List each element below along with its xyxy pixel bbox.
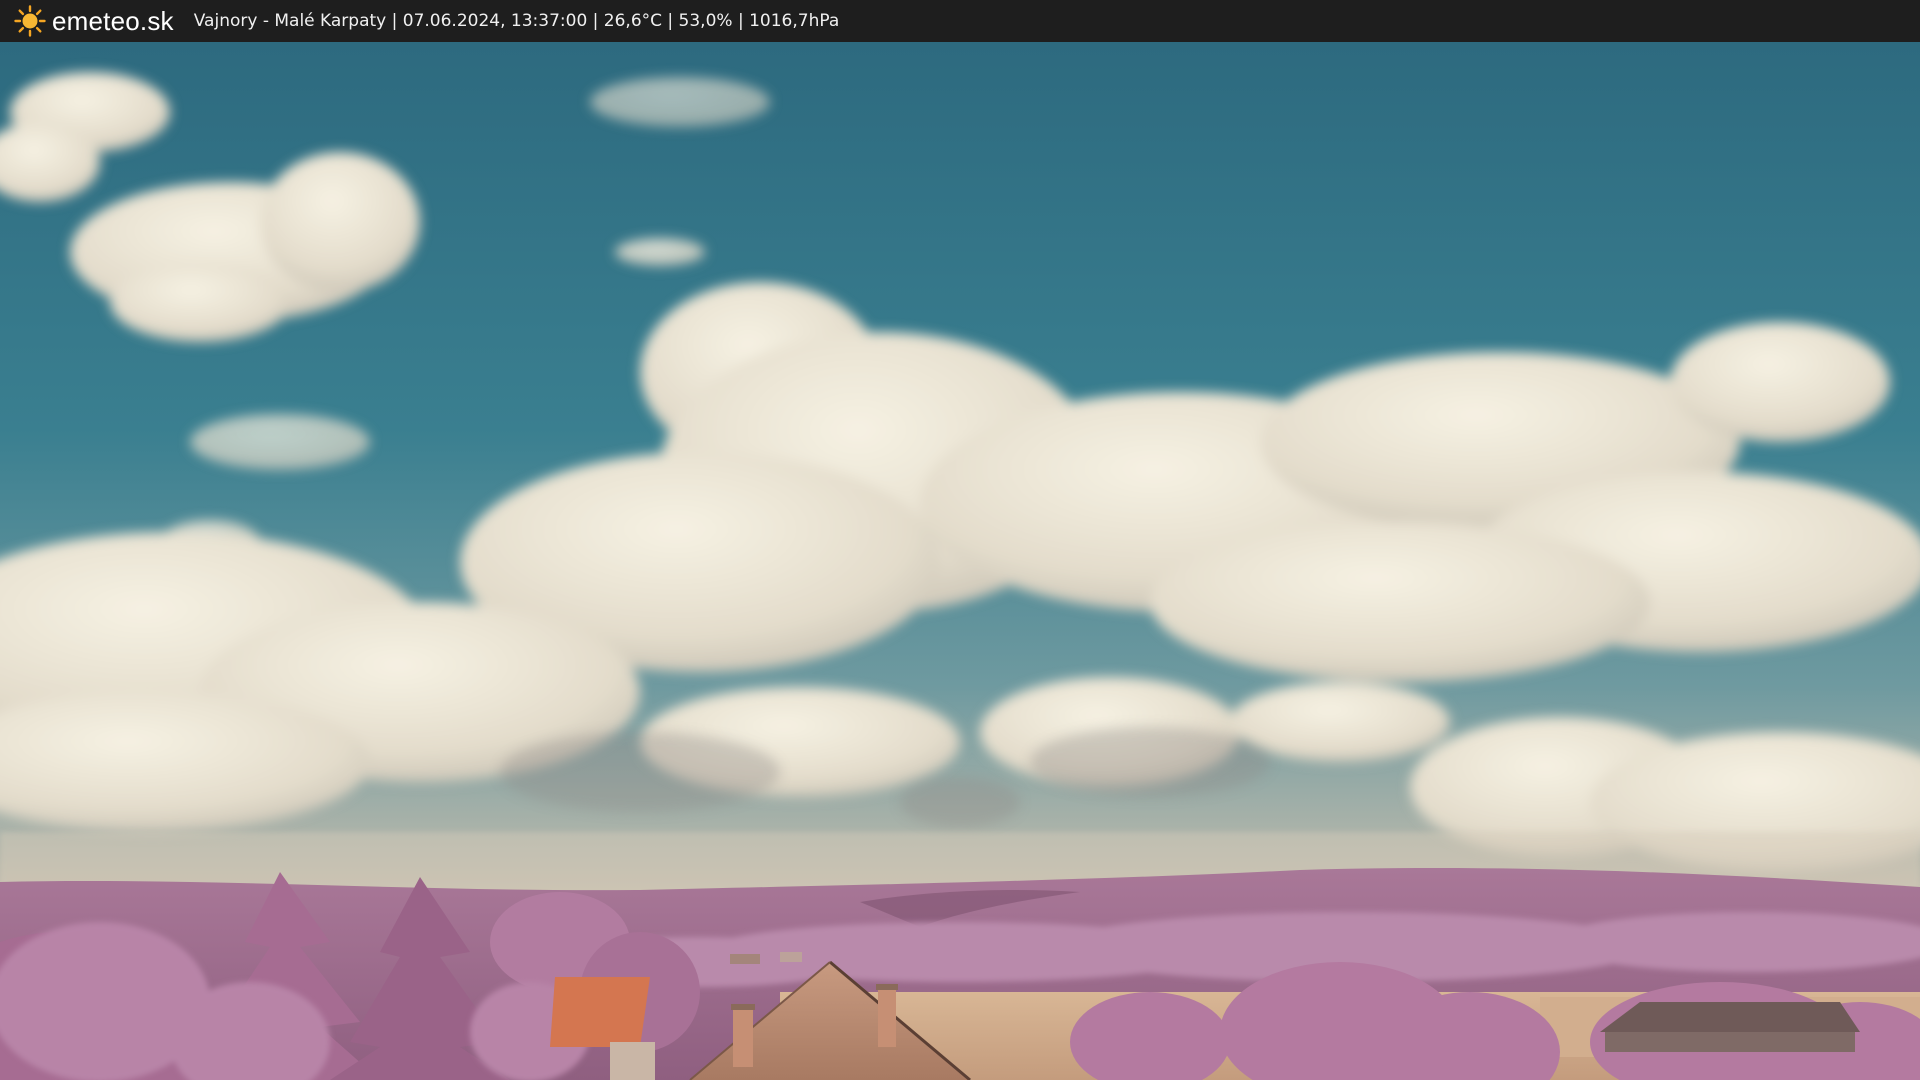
top-bar: emeteo.sk Vajnory - Malé Karpaty | 07.06… (0, 0, 1920, 42)
sun-icon (14, 5, 46, 37)
brand-logo-text[interactable]: emeteo.sk (52, 6, 174, 37)
webcam-caption: Vajnory - Malé Karpaty | 07.06.2024, 13:… (193, 11, 840, 31)
webcam-image (0, 42, 1920, 1080)
webcam-photo (0, 42, 1920, 1080)
red-roof (550, 977, 650, 1047)
